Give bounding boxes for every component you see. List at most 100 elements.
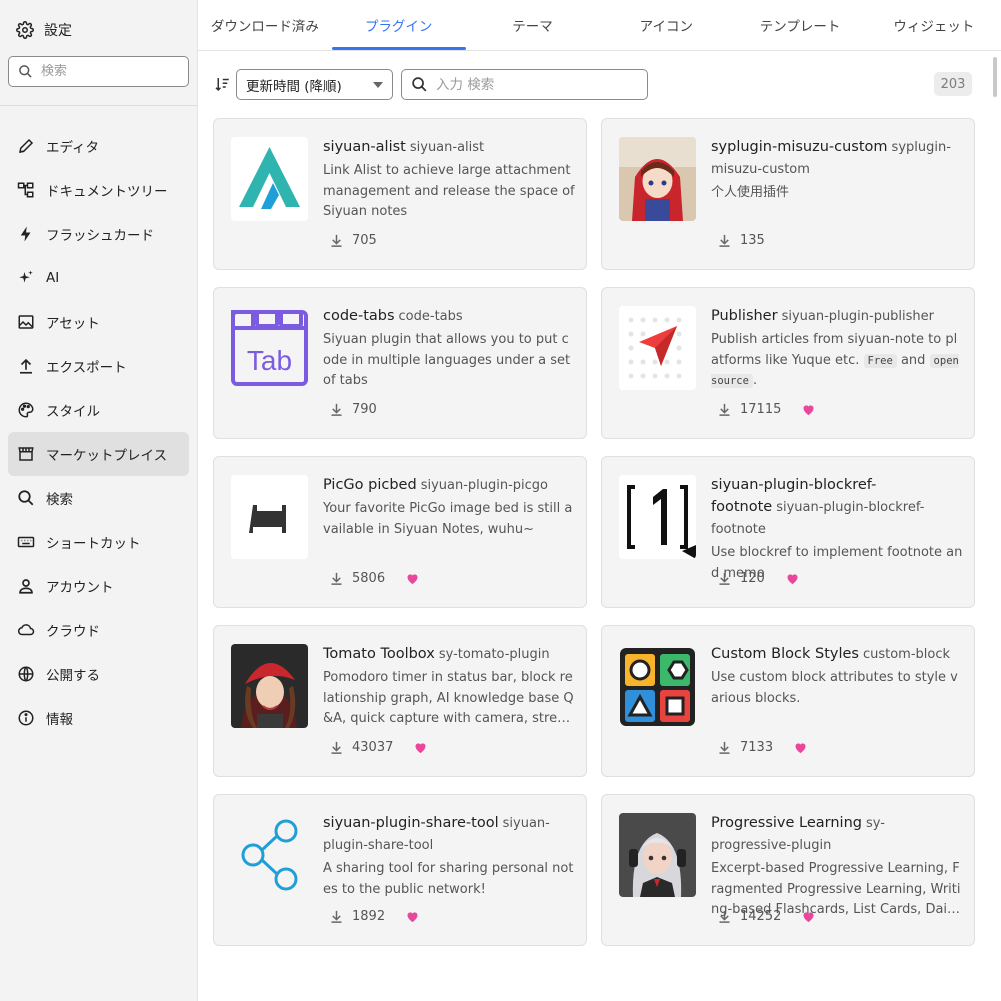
sidebar-item-search[interactable]: 検索	[8, 476, 189, 520]
download-count: 135	[740, 232, 765, 248]
plugin-stats: 5806	[329, 569, 420, 587]
plugin-card[interactable]: syplugin-misuzu-custom syplugin-misuzu-cu…	[601, 118, 975, 270]
store-icon	[18, 447, 34, 461]
cloud-icon	[17, 624, 35, 636]
plugin-package: sy-tomato-plugin	[438, 647, 550, 662]
sidebar-item-cloud[interactable]: クラウド	[8, 608, 189, 652]
marketplace-tabs: ダウンロード済み プラグイン テーマ アイコン テンプレート ウィジェット	[198, 0, 1001, 51]
sidebar-item-label: ショートカット	[46, 536, 141, 552]
download-icon	[331, 234, 342, 247]
sort-dropdown-value: 更新時間 (降順)	[246, 78, 342, 95]
plugin-thumbnail	[231, 137, 308, 221]
download-icon	[719, 572, 730, 585]
plugin-card[interactable]: siyuan-plugin-blockref-footnote siyuan-pl…	[601, 456, 975, 608]
download-count: 14252	[740, 908, 782, 924]
plugin-stats: 1892	[329, 907, 420, 925]
plugin-stats: 705	[329, 231, 377, 249]
plugin-name: Progressive Learning	[711, 815, 862, 831]
tab-widgets[interactable]: ウィジェット	[867, 0, 1001, 50]
flash-icon	[20, 226, 31, 242]
plugin-card[interactable]: Tab code-tabs code-tabs Siyuan plugin tha…	[213, 287, 587, 439]
tab-logo-icon: Tab	[231, 310, 308, 386]
plugin-description: 个人使用插件	[711, 185, 790, 200]
sidebar-item-label: アセット	[46, 316, 100, 332]
girl-red-cap-icon	[231, 644, 308, 728]
plugin-package: siyuan-alist	[409, 140, 485, 155]
plugin-name: Publisher	[711, 308, 778, 324]
search-icon	[18, 490, 34, 506]
plugin-stats: 790	[329, 400, 377, 418]
sidebar-item-publish[interactable]: 公開する	[8, 652, 189, 696]
sidebar-item-flashcard[interactable]: フラッシュカード	[8, 212, 189, 256]
sidebar-item-label: エクスポート	[46, 360, 127, 376]
plugin-card[interactable]: siyuan-plugin-share-tool siyuan-plugin-sh…	[213, 794, 587, 946]
sidebar-item-editor[interactable]: エディタ	[8, 124, 189, 168]
sidebar-item-account[interactable]: アカウント	[8, 564, 189, 608]
sidebar-item-label: フラッシュカード	[46, 228, 154, 244]
plugin-thumbnail	[619, 306, 696, 390]
sidebar-item-about[interactable]: 情報	[8, 696, 189, 740]
plugin-thumbnail	[231, 475, 308, 559]
plugin-name: Custom Block Styles	[711, 646, 859, 662]
plugin-search-input[interactable]	[436, 76, 636, 93]
download-count: 790	[352, 401, 377, 417]
tab-logo-text: Tab	[247, 345, 292, 376]
sidebar-item-label: スタイル	[46, 404, 100, 420]
heart-icon	[407, 911, 418, 922]
sidebar-item-assets[interactable]: アセット	[8, 300, 189, 344]
sidebar-item-label: エディタ	[46, 140, 100, 156]
sidebar-item-label: AI	[46, 270, 60, 286]
upload-icon	[20, 358, 32, 374]
settings-title: 設定	[16, 18, 72, 42]
download-icon	[331, 910, 342, 923]
plugin-card[interactable]: Tomato Toolbox sy-tomato-plugin Pomodoro …	[213, 625, 587, 777]
plugin-description: Use custom block attributes to style var…	[711, 670, 958, 706]
plugin-description: Publish articles from siyuan-note to pla…	[711, 330, 963, 392]
download-icon	[719, 741, 730, 754]
keyboard-icon	[17, 536, 35, 548]
plugin-description: Link Alist to achieve large attachment m…	[323, 163, 575, 219]
pencil-icon	[19, 138, 34, 153]
plugin-count-badge: 203	[934, 72, 972, 96]
tree-icon	[17, 182, 34, 198]
sidebar-divider	[0, 105, 197, 106]
plugin-card[interactable]: Progressive Learning sy-progressive-plugi…	[601, 794, 975, 946]
download-count: 120	[740, 570, 765, 586]
sidebar-item-doctree[interactable]: ドキュメントツリー	[8, 168, 189, 212]
sidebar-nav: エディタ ドキュメントツリー フラッシュカード AI アセット エクスポート ス…	[8, 124, 189, 740]
plugin-description: Pomodoro timer in status bar, block rela…	[323, 670, 574, 726]
plugin-search[interactable]	[401, 69, 648, 100]
tab-icons[interactable]: アイコン	[599, 0, 733, 50]
plugin-card[interactable]: PicGo picbed siyuan-plugin-picgo Your fav…	[213, 456, 587, 608]
download-icon	[719, 403, 730, 416]
plugin-thumbnail	[619, 137, 696, 221]
info-icon	[18, 710, 34, 726]
globe-icon	[18, 666, 34, 682]
tab-themes[interactable]: テーマ	[466, 0, 600, 50]
sidebar-item-marketplace[interactable]: マーケットプレイス	[8, 432, 189, 476]
sidebar-item-export[interactable]: エクスポート	[8, 344, 189, 388]
plugin-name: PicGo picbed	[323, 477, 417, 493]
heart-icon	[803, 404, 814, 415]
footnote-logo-icon	[619, 475, 696, 559]
sidebar-item-style[interactable]: スタイル	[8, 388, 189, 432]
plugin-package: code-tabs	[398, 309, 463, 324]
marketplace-panel: ダウンロード済み プラグイン テーマ アイコン テンプレート ウィジェット 更新…	[198, 0, 1001, 1001]
tab-plugins[interactable]: プラグイン	[331, 0, 466, 50]
sort-dropdown[interactable]: 更新時間 (降順)	[236, 69, 393, 100]
sort-icon[interactable]	[213, 75, 231, 93]
sidebar-item-label: 公開する	[46, 668, 100, 684]
download-count: 17115	[740, 401, 782, 417]
sidebar-search[interactable]	[8, 56, 189, 87]
alist-logo-icon	[239, 147, 300, 209]
plugin-card[interactable]: siyuan-alist siyuan-alist Link Alist to a…	[213, 118, 587, 270]
plugin-card[interactable]: Custom Block Styles custom-block Use cust…	[601, 625, 975, 777]
sidebar-item-shortcuts[interactable]: ショートカット	[8, 520, 189, 564]
plugin-card[interactable]: Publisher siyuan-plugin-publisher Publish…	[601, 287, 975, 439]
sidebar-item-label: アカウント	[46, 580, 114, 596]
sidebar-item-ai[interactable]: AI	[8, 256, 189, 300]
tab-templates[interactable]: テンプレート	[733, 0, 867, 50]
tab-downloaded[interactable]: ダウンロード済み	[198, 0, 332, 50]
sidebar-search-input[interactable]	[41, 64, 171, 79]
download-icon	[719, 910, 730, 923]
